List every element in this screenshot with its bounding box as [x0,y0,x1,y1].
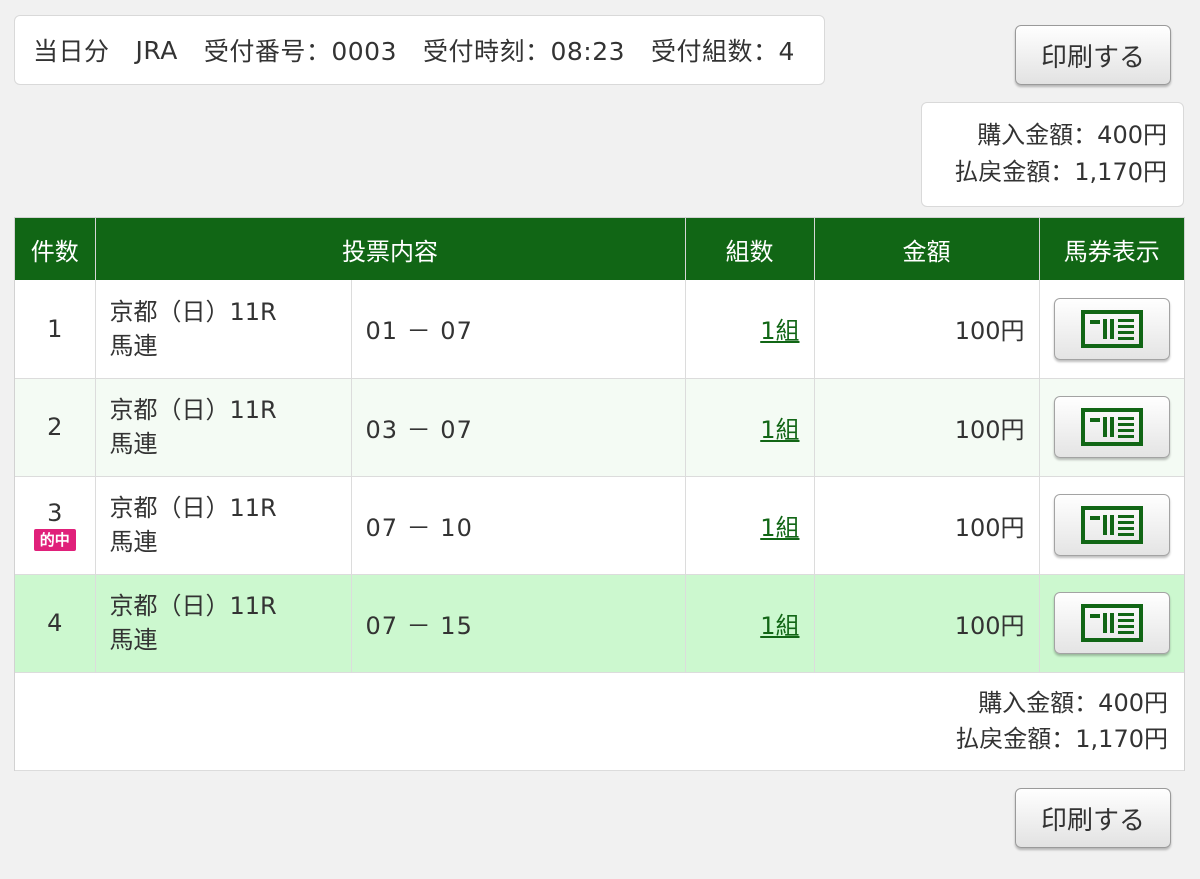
ticket-view-button[interactable] [1053,592,1170,654]
combination: 01 － 07 [351,280,686,379]
kumi-link[interactable]: 1組 [760,514,799,542]
table-row: 2 京都（日）11R 馬連 03 － 07 1組 100円 [15,378,1184,477]
bet-type: 馬連 [109,626,158,654]
print-button-top[interactable]: 印刷する [1015,25,1171,85]
payout-amount: 払戻金額：1,170円 [954,158,1167,186]
header-kumi: 組数 [685,218,815,280]
table-header-row: 件数 投票内容 組数 金額 馬券表示 [15,218,1184,280]
kumi-cell: 1組 [685,574,815,673]
kumi-link[interactable]: 1組 [760,317,799,345]
race-cell: 京都（日）11R 馬連 [95,476,352,575]
header-ticket: 馬券表示 [1039,218,1184,280]
race-cell: 京都（日）11R 馬連 [95,280,352,379]
ticket-cell [1039,378,1184,477]
receipt-count: 受付組数：4 [651,37,795,66]
row-number: 3 [47,499,63,527]
ticket-cell [1039,476,1184,575]
day-label: 当日分 [33,37,110,66]
kumi-link[interactable]: 1組 [760,612,799,640]
combination: 07 － 10 [351,476,686,575]
header-count: 件数 [15,218,96,280]
header-content: 投票内容 [95,218,686,280]
table-row: 1 京都（日）11R 馬連 01 － 07 1組 100円 [15,280,1184,379]
combination: 07 － 15 [351,574,686,673]
combination: 03 － 07 [351,378,686,477]
hit-badge: 的中 [33,529,76,551]
ticket-cell [1039,280,1184,379]
org-label: JRA [135,35,178,65]
ticket-icon [1080,309,1143,348]
bet-type: 馬連 [109,430,158,458]
receipt-number: 受付番号：0003 [203,37,397,66]
ticket-view-button[interactable] [1053,297,1170,360]
kumi-cell: 1組 [685,378,815,477]
receipt-info-box: 当日分 JRA 受付番号：0003 受付時刻：08:23 受付組数：4 [14,15,825,85]
print-button-bottom[interactable]: 印刷する [1015,788,1171,848]
purchase-amount: 購入金額：400円 [977,121,1167,149]
kumi-cell: 1組 [685,280,815,379]
table-row: 3 的中 京都（日）11R 馬連 07 － 10 1組 100円 [15,476,1184,575]
kumi-cell: 1組 [685,476,815,575]
summary-box-top: 購入金額：400円 払戻金額：1,170円 [921,102,1184,207]
kumi-link[interactable]: 1組 [760,416,799,444]
table-row: 4 京都（日）11R 馬連 07 － 15 1組 100円 [15,574,1184,673]
bets-table: 件数 投票内容 組数 金額 馬券表示 1 京都（日）11R 馬連 01 － 07… [15,218,1184,771]
bet-type: 馬連 [109,331,158,360]
race-cell: 京都（日）11R 馬連 [95,378,352,477]
amount: 100円 [814,476,1040,575]
race-name: 京都（日）11R [109,396,277,424]
row-number: 4 [15,574,96,673]
ticket-icon [1080,408,1143,446]
ticket-view-button[interactable] [1053,396,1170,458]
race-name: 京都（日）11R [109,592,277,620]
row-number: 1 [15,280,96,379]
race-name: 京都（日）11R [109,494,277,522]
row-number: 2 [15,378,96,477]
table-summary-row: 購入金額：400円 払戻金額：1,170円 [15,672,1184,771]
header-amount: 金額 [814,218,1040,280]
bets-table-container: 件数 投票内容 組数 金額 馬券表示 1 京都（日）11R 馬連 01 － 07… [14,217,1185,771]
payout-amount: 払戻金額：1,170円 [955,725,1168,753]
ticket-view-button[interactable] [1053,494,1170,556]
ticket-icon [1080,604,1143,642]
summary-cell-bottom: 購入金額：400円 払戻金額：1,170円 [15,672,1184,771]
amount: 100円 [814,378,1040,477]
amount: 100円 [814,280,1040,379]
race-cell: 京都（日）11R 馬連 [95,574,352,673]
ticket-cell [1039,574,1184,673]
row-number-cell: 3 的中 [15,476,96,575]
receipt-time: 受付時刻：08:23 [422,37,626,66]
bet-type: 馬連 [109,528,158,556]
purchase-amount: 購入金額：400円 [978,689,1168,717]
amount: 100円 [814,574,1040,673]
ticket-icon [1080,506,1143,544]
race-name: 京都（日）11R [109,297,277,326]
